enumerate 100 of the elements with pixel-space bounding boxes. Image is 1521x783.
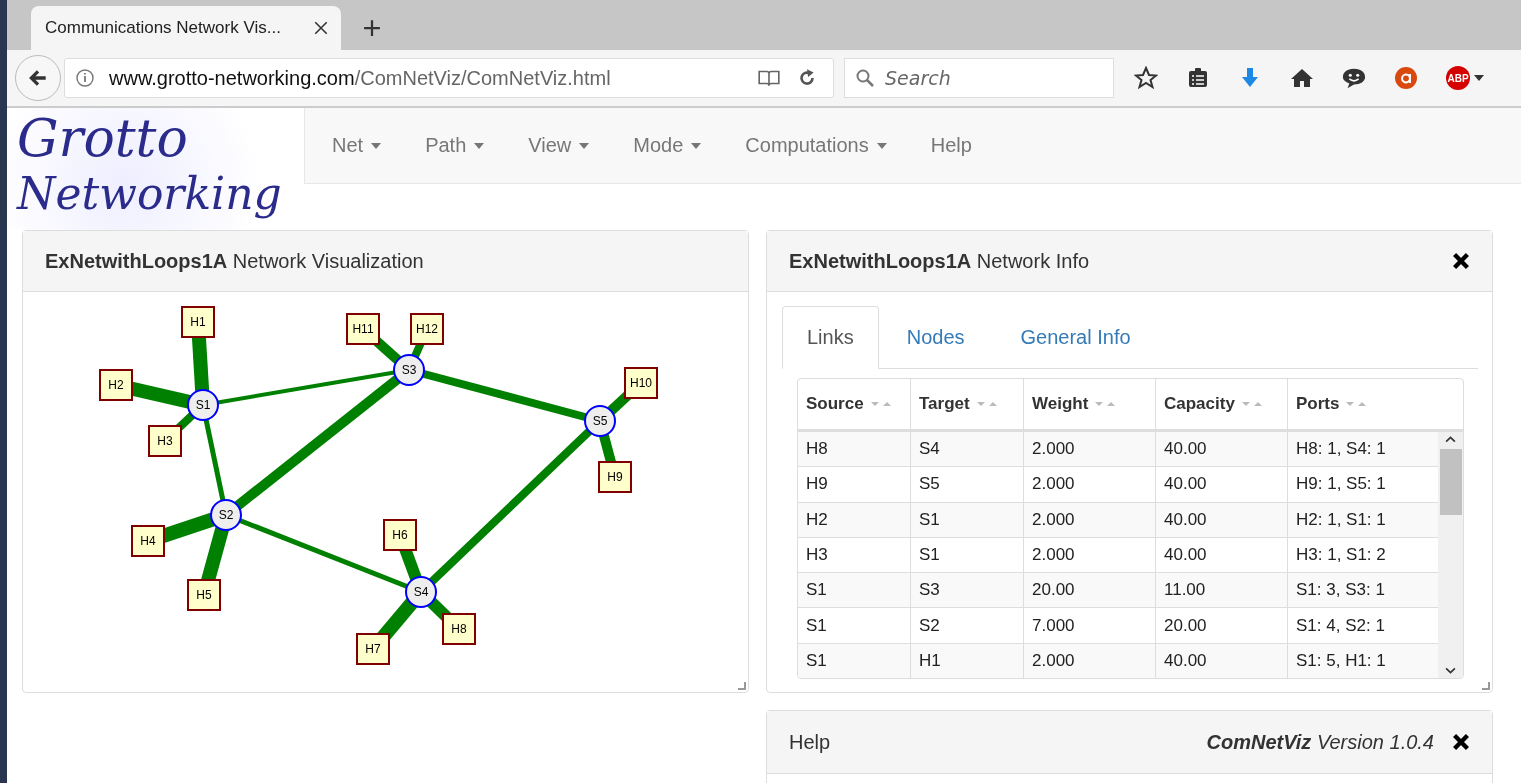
scroll-up-icon[interactable] [1445, 436, 1456, 443]
table-cell: H3 [798, 537, 911, 573]
info-tab[interactable]: Links [782, 306, 879, 369]
caret-icon [876, 142, 887, 149]
info-tab[interactable]: General Info [992, 306, 1159, 369]
column-header[interactable]: Target [911, 379, 1024, 429]
sort-icon [1345, 400, 1368, 408]
network-node[interactable]: H9 [598, 461, 632, 493]
column-header[interactable]: Capacity [1156, 379, 1288, 429]
new-tab-icon[interactable] [363, 19, 381, 37]
table-cell: S4 [911, 432, 1024, 467]
table-cell: H2 [798, 502, 911, 537]
nav-menu-item[interactable]: Net [317, 134, 397, 157]
scrollbar[interactable] [1438, 432, 1463, 678]
table-cell: 40.00 [1156, 467, 1288, 502]
table-cell: 40.00 [1156, 537, 1288, 573]
panel-title: ExNetwithLoops1A Network Info [789, 249, 1091, 273]
network-node[interactable]: H8 [442, 613, 476, 645]
sort-icon [1240, 400, 1263, 408]
table-cell-text: H9: 1, S5: 1 [1295, 473, 1387, 496]
table-cell: H9 [798, 467, 911, 502]
caret-icon [579, 142, 590, 149]
column-header[interactable]: Weight [1024, 379, 1156, 429]
stop-sign-icon: ABP [1446, 66, 1470, 90]
table-cell-text: H8: 1, S4: 1 [1295, 438, 1387, 461]
sort-icon [975, 400, 998, 408]
table-cell: 2.000 [1024, 537, 1156, 573]
network-node[interactable]: H7 [356, 633, 390, 665]
version-text: ComNetViz Version 1.0.4 [1206, 730, 1434, 754]
caret-icon [371, 142, 382, 149]
info-tab[interactable]: Nodes [878, 306, 993, 369]
caret-icon [691, 142, 702, 149]
search-input[interactable]: Search [883, 66, 1107, 90]
table-cell: 40.00 [1156, 502, 1288, 537]
network-node[interactable]: H11 [346, 313, 380, 345]
network-node[interactable]: S3 [393, 354, 425, 386]
panel-title: Help [789, 730, 832, 754]
back-button[interactable] [15, 55, 61, 101]
nav-menu-item[interactable]: Computations [730, 134, 902, 157]
tab-title: Communications Network Vis... [45, 18, 281, 38]
close-icon[interactable] [313, 20, 329, 36]
panel-title: ExNetwithLoops1A Network Visualization [45, 249, 425, 273]
network-node[interactable]: H1 [181, 306, 215, 338]
nav-menu-item[interactable]: Path [410, 134, 500, 157]
table-cell: S1 [911, 502, 1024, 537]
network-node[interactable]: S1 [187, 389, 219, 421]
smiley-chat-icon[interactable] [1342, 66, 1366, 90]
table-cell: H8 [798, 432, 911, 467]
network-node[interactable]: H6 [383, 519, 417, 551]
adblock-button[interactable]: ABP [1446, 66, 1484, 90]
nav-menu-item[interactable]: Mode [618, 134, 717, 157]
table-cell-text: H3: 1, S1: 2 [1295, 544, 1387, 567]
caret-icon [474, 142, 485, 149]
sort-icon [869, 400, 892, 408]
nav-menu-item[interactable]: Help [915, 134, 987, 157]
table-cell: 2.000 [1024, 502, 1156, 537]
caret-icon [1474, 75, 1484, 81]
close-icon[interactable] [1452, 252, 1470, 270]
info-icon[interactable] [75, 68, 95, 88]
table-cell-text: S1: 5, H1: 1 [1295, 649, 1387, 672]
table-cell: S1 [798, 608, 911, 643]
table-cell: 7.000 [1024, 608, 1156, 643]
letter-a-icon[interactable] [1394, 66, 1418, 90]
network-node[interactable]: H4 [131, 525, 165, 557]
search-icon [855, 68, 875, 88]
table-cell: S3 [911, 573, 1024, 608]
network-node[interactable]: S5 [584, 405, 616, 437]
network-node[interactable]: S4 [405, 576, 437, 608]
url-text: www.grotto-networking.com/ComNetViz/ComNetViz.html [109, 66, 612, 90]
scrollbar-thumb[interactable] [1439, 449, 1462, 515]
table-cell-text: S1: 4, S2: 1 [1295, 614, 1386, 637]
scroll-down-icon[interactable] [1445, 667, 1456, 674]
close-icon[interactable] [1452, 733, 1470, 751]
table-cell: S5 [911, 467, 1024, 502]
table-cell: 20.00 [1156, 608, 1288, 643]
search-field[interactable]: Search [844, 58, 1114, 98]
bookmark-star-icon[interactable] [1134, 66, 1158, 90]
column-header[interactable]: Source [798, 379, 911, 429]
network-node[interactable]: H10 [624, 367, 658, 399]
column-header[interactable]: Ports [1288, 379, 1463, 429]
sort-icon [1094, 400, 1117, 408]
browser-tab[interactable]: Communications Network Vis... [31, 6, 341, 50]
table-cell: 2.000 [1024, 467, 1156, 502]
home-icon[interactable] [1290, 66, 1314, 90]
network-node[interactable]: S2 [210, 499, 242, 531]
network-node[interactable]: H3 [148, 425, 182, 457]
network-node[interactable]: H2 [99, 369, 133, 401]
network-node[interactable]: H5 [187, 579, 221, 611]
table-cell: S1 [911, 537, 1024, 573]
nav-menu-item[interactable]: View [513, 134, 605, 157]
table-cell-text: H2: 1, S1: 1 [1295, 508, 1387, 531]
reading-list-icon[interactable] [1186, 66, 1210, 90]
table-cell: S1 [798, 643, 911, 678]
resize-handle-icon[interactable] [738, 682, 746, 690]
resize-handle-icon[interactable] [1482, 682, 1490, 690]
table-cell: 40.00 [1156, 432, 1288, 467]
table-cell: S2 [911, 608, 1024, 643]
address-bar[interactable]: www.grotto-networking.com/ComNetViz/ComNetViz.html [64, 58, 834, 98]
network-node[interactable]: H12 [410, 313, 444, 345]
table-cell: 2.000 [1024, 643, 1156, 678]
